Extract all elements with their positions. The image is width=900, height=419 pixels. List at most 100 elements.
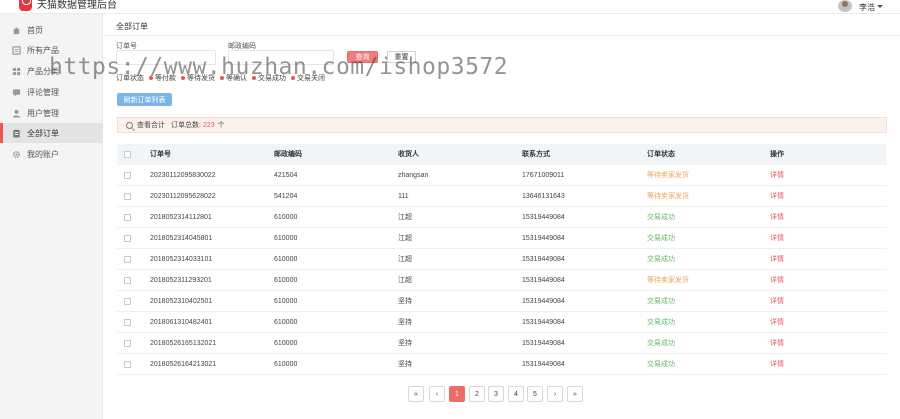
status-cell: 等待卖家发货 [647, 277, 689, 284]
home-icon [12, 26, 21, 34]
row-checkbox[interactable] [124, 319, 131, 326]
receiver-cell: 坚持 [398, 361, 412, 368]
phone-cell: 15319449084 [522, 361, 565, 368]
row-checkbox[interactable] [124, 256, 131, 263]
table-row: 2018052310402501 610000 坚持 15319449084 交… [117, 291, 887, 312]
status-cell: 交易成功 [647, 319, 675, 326]
details-link[interactable]: 详情 [770, 291, 784, 312]
details-link[interactable]: 详情 [770, 270, 784, 291]
order-no-cell: 2018052314033101 [150, 256, 213, 263]
first-page-button[interactable]: « [408, 386, 424, 402]
user-name[interactable]: 李浩 [859, 2, 875, 13]
receiver-cell: 江超 [398, 214, 412, 221]
receiver-cell: 江超 [398, 256, 412, 263]
order-summary: 查看合计 订单总数: 223 个 [117, 117, 887, 133]
order-no-cell: 2018052310402501 [150, 298, 213, 305]
sidebar-item-label: 产品分类 [27, 66, 59, 76]
page-button-5[interactable]: 5 [527, 386, 543, 402]
order-no-cell: 20180526165132021 [150, 340, 217, 347]
receiver-cell: 坚持 [398, 298, 412, 305]
avatar[interactable] [838, 0, 852, 12]
details-link[interactable]: 详情 [770, 354, 784, 375]
query-button[interactable]: 查询 [347, 51, 378, 63]
sidebar-item-all-orders[interactable]: 全部订单 [0, 123, 103, 143]
details-link[interactable]: 详情 [770, 186, 784, 207]
row-checkbox[interactable] [124, 193, 131, 200]
order-no-cell: 2018052311293201 [150, 277, 212, 284]
details-link[interactable]: 详情 [770, 165, 784, 186]
next-page-button[interactable]: › [547, 386, 563, 402]
status-cell: 等待卖家发货 [647, 193, 689, 200]
table-header: 订单号 邮政编码 收货人 联系方式 订单状态 操作 [117, 144, 887, 165]
status-cell: 交易成功 [647, 361, 675, 368]
status-option[interactable]: 等付款 [149, 73, 176, 83]
search-icon [126, 121, 133, 129]
table-row: 2018052314033101 610000 江超 15319449084 交… [117, 249, 887, 270]
sidebar-item-label: 首页 [27, 25, 43, 35]
column-header: 订单状态 [647, 151, 675, 158]
column-header: 邮政编码 [274, 151, 302, 158]
product-icon [12, 45, 21, 55]
column-header: 联系方式 [522, 151, 550, 158]
page-button-1[interactable]: 1 [449, 386, 465, 402]
receiver-cell: 坚持 [398, 340, 412, 347]
table-row: 2018052314112801 610000 江超 15319449084 交… [117, 207, 887, 228]
gear-icon [12, 150, 21, 158]
row-checkbox[interactable] [124, 340, 131, 347]
radio-dot-icon [291, 76, 295, 80]
details-link[interactable]: 详情 [770, 207, 784, 228]
sidebar-item-label: 评论管理 [27, 87, 59, 97]
page-button-2[interactable]: 2 [469, 386, 485, 402]
status-cell: 交易成功 [647, 340, 675, 347]
sidebar-item-home[interactable]: 首页 [0, 20, 103, 40]
status-cell: 交易成功 [647, 235, 675, 242]
row-checkbox[interactable] [124, 277, 131, 284]
phone-cell: 15319449084 [522, 277, 565, 284]
zip-input[interactable] [228, 50, 334, 65]
refresh-orders-button[interactable]: 刷新订单列表 [117, 93, 172, 106]
zip-cell: 610000 [274, 256, 298, 263]
details-link[interactable]: 详情 [770, 249, 784, 270]
order-no-input[interactable] [116, 50, 216, 65]
top-bar: 天猫数据管理后台 李浩 [0, 0, 900, 14]
row-checkbox[interactable] [124, 235, 131, 242]
select-all-checkbox[interactable] [124, 151, 131, 158]
details-link[interactable]: 详情 [770, 312, 784, 333]
row-checkbox[interactable] [124, 361, 131, 368]
phone-cell: 15319449084 [522, 256, 565, 263]
receiver-cell: 111 [398, 193, 409, 200]
reset-button[interactable]: 重置 [387, 51, 416, 63]
order-no-cell: 2018061310482401 [150, 319, 213, 326]
status-cell: 交易成功 [647, 214, 675, 221]
order-no-cell: 2018052314045801 [150, 235, 213, 242]
status-option[interactable]: 交易关闭 [291, 73, 325, 83]
chevron-down-icon[interactable] [877, 5, 883, 8]
row-checkbox[interactable] [124, 214, 131, 221]
sidebar-item-products[interactable]: 所有产品 [0, 40, 103, 60]
radio-dot-icon [149, 76, 153, 80]
status-option[interactable]: 等待发货 [181, 73, 215, 83]
status-label: 订单状态 [116, 75, 144, 82]
page-button-3[interactable]: 3 [488, 386, 504, 402]
page-button-4[interactable]: 4 [508, 386, 524, 402]
page-title: 全部订单 [116, 22, 148, 31]
sidebar-item-categories[interactable]: 产品分类 [0, 61, 103, 81]
row-checkbox[interactable] [124, 298, 131, 305]
row-checkbox[interactable] [124, 172, 131, 179]
sidebar-item-my-account[interactable]: 我的账户 [0, 144, 103, 164]
status-option[interactable]: 交易成功 [252, 73, 286, 83]
sidebar-item-users[interactable]: 用户管理 [0, 103, 103, 123]
prev-page-button[interactable]: ‹ [429, 386, 445, 402]
zip-cell: 610000 [274, 340, 298, 347]
status-option[interactable]: 等确认 [220, 73, 247, 83]
order-no-cell: 20180526164213021 [150, 361, 217, 368]
tmall-logo-icon [19, 0, 32, 11]
sidebar-item-label: 用户管理 [27, 108, 59, 118]
zip-cell: 610000 [274, 214, 298, 221]
details-link[interactable]: 详情 [770, 333, 784, 354]
zip-cell: 610000 [274, 277, 298, 284]
details-link[interactable]: 详情 [770, 228, 784, 249]
summary-total-label: 订单总数: [171, 122, 201, 129]
sidebar-item-comments[interactable]: 评论管理 [0, 82, 103, 102]
last-page-button[interactable]: » [567, 386, 583, 402]
